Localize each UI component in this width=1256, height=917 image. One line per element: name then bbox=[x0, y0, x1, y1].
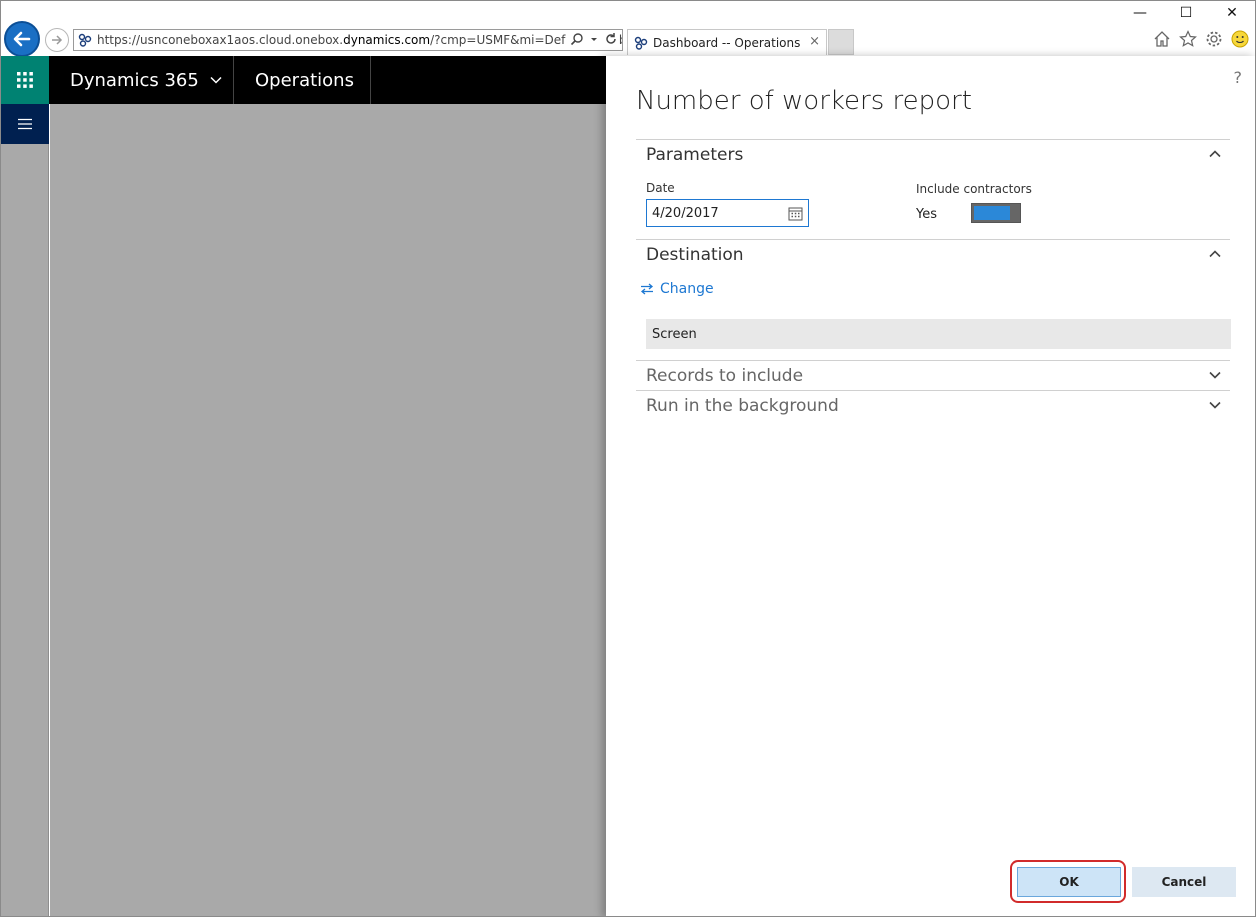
url-domain: dynamics.com bbox=[343, 33, 431, 47]
gear-icon[interactable] bbox=[1205, 30, 1223, 48]
browser-tab[interactable]: Dashboard -- Operations × bbox=[627, 29, 827, 55]
forward-button[interactable] bbox=[45, 28, 69, 52]
back-button[interactable] bbox=[4, 21, 40, 57]
destination-heading: Destination bbox=[646, 244, 744, 265]
include-contractors-toggle[interactable] bbox=[971, 203, 1021, 223]
records-heading: Records to include bbox=[646, 365, 804, 386]
change-label: Change bbox=[660, 281, 714, 297]
calendar-icon[interactable] bbox=[788, 206, 803, 221]
parameters-heading: Parameters bbox=[646, 144, 744, 165]
search-icon[interactable] bbox=[570, 32, 584, 46]
forward-arrow-icon bbox=[52, 35, 63, 45]
help-icon[interactable]: ? bbox=[1234, 68, 1243, 87]
destination-value: Screen bbox=[646, 319, 1231, 349]
cancel-button[interactable]: Cancel bbox=[1132, 867, 1236, 897]
home-icon[interactable] bbox=[1153, 30, 1171, 48]
records-section-header[interactable]: Records to include bbox=[636, 360, 1230, 390]
favorites-star-icon[interactable] bbox=[1179, 30, 1197, 48]
dialog-title: Number of workers report bbox=[636, 86, 972, 116]
include-contractors-value: Yes bbox=[916, 207, 937, 222]
site-icon bbox=[78, 33, 92, 47]
close-window-button[interactable]: ✕ bbox=[1222, 5, 1242, 21]
tab-site-icon bbox=[634, 36, 648, 50]
browser-window: https://usnconeboxax1aos.cloud.onebox. dy… bbox=[0, 0, 1256, 917]
background-section-header[interactable]: Run in the background bbox=[636, 390, 1230, 420]
chevron-up-icon bbox=[1209, 150, 1221, 158]
chevron-down-icon bbox=[1209, 401, 1221, 409]
minimize-button[interactable]: — bbox=[1130, 5, 1150, 21]
date-label: Date bbox=[646, 181, 675, 195]
maximize-button[interactable]: ☐ bbox=[1176, 5, 1196, 21]
url-prefix: https://usnconeboxax1aos.cloud.onebox. bbox=[97, 33, 344, 47]
left-nav bbox=[1, 104, 49, 916]
tab-title: Dashboard -- Operations bbox=[653, 35, 801, 50]
modal-overlay bbox=[50, 104, 606, 916]
report-dialog: ? Number of workers report Parameters Da… bbox=[606, 56, 1255, 916]
parameters-section-header[interactable]: Parameters bbox=[636, 139, 1230, 169]
ok-button[interactable]: OK bbox=[1017, 867, 1121, 897]
include-contractors-label: Include contractors bbox=[916, 182, 1032, 196]
date-value: 4/20/2017 bbox=[652, 205, 719, 221]
address-bar[interactable]: https://usnconeboxax1aos.cloud.onebox. dy… bbox=[73, 29, 623, 51]
module-label[interactable]: Operations bbox=[235, 56, 371, 104]
app-bar: Dynamics 365 Operations bbox=[1, 56, 606, 104]
change-destination-button[interactable]: Change bbox=[640, 281, 714, 297]
waffle-icon bbox=[17, 72, 33, 88]
destination-section-header[interactable]: Destination bbox=[636, 239, 1230, 269]
brand-menu[interactable]: Dynamics 365 bbox=[50, 56, 234, 104]
new-tab-button[interactable] bbox=[828, 29, 854, 55]
background-heading: Run in the background bbox=[646, 395, 839, 416]
dropdown-icon[interactable] bbox=[590, 32, 598, 46]
app-launcher-button[interactable] bbox=[1, 56, 49, 104]
browser-chrome: https://usnconeboxax1aos.cloud.onebox. dy… bbox=[1, 1, 1255, 57]
tab-close-icon[interactable]: × bbox=[809, 34, 820, 49]
toggle-fill bbox=[974, 206, 1010, 220]
refresh-icon[interactable] bbox=[604, 32, 618, 46]
chevron-down-icon bbox=[1209, 371, 1221, 379]
brand-label: Dynamics 365 bbox=[70, 69, 199, 91]
swap-arrows-icon bbox=[640, 283, 654, 295]
date-input[interactable]: 4/20/2017 bbox=[646, 199, 809, 227]
smiley-feedback-icon[interactable] bbox=[1231, 30, 1249, 48]
nav-menu-button[interactable] bbox=[1, 104, 49, 144]
chevron-down-icon bbox=[210, 76, 222, 84]
back-arrow-icon bbox=[13, 31, 31, 47]
chevron-up-icon bbox=[1209, 250, 1221, 258]
hamburger-icon bbox=[18, 118, 32, 130]
